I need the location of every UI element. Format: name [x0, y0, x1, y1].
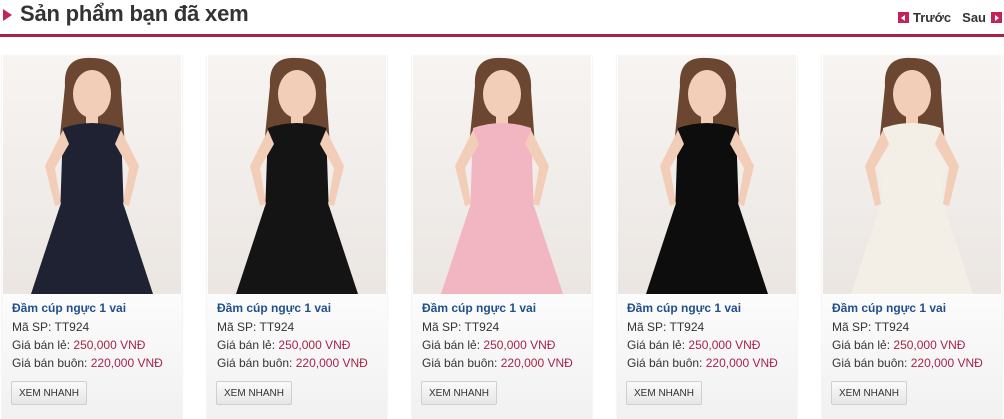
title-arrow-icon [3, 9, 12, 21]
quick-view-button[interactable]: XEM NHANH [626, 381, 703, 405]
product-name[interactable]: Đầm cúp ngực 1 vai [422, 301, 536, 315]
quick-view-button[interactable]: XEM NHANH [11, 381, 88, 405]
chevron-left-icon [897, 12, 909, 23]
product-sku: Mã SP: TT924 [832, 320, 910, 334]
quick-view-button[interactable]: XEM NHANH [831, 381, 908, 405]
retail-price: Giá bán lẻ: 250,000 VNĐ [627, 338, 761, 352]
chevron-right-icon [991, 12, 1002, 23]
product-name[interactable]: Đầm cúp ngực 1 vai [12, 301, 126, 315]
next-label: Sau [962, 10, 986, 25]
product-card: Đầm cúp ngực 1 vai Mã SP: TT924 Giá bán … [822, 56, 1002, 419]
product-sku: Mã SP: TT924 [422, 320, 500, 334]
section-header: Sản phẩm bạn đã xem Trước Sau [0, 0, 1004, 37]
retail-price: Giá bán lẻ: 250,000 VNĐ [217, 338, 351, 352]
next-button[interactable]: Sau [962, 10, 1002, 25]
retail-price: Giá bán lẻ: 250,000 VNĐ [12, 338, 146, 352]
quick-view-button[interactable]: XEM NHANH [421, 381, 498, 405]
product-card: Đầm cúp ngực 1 vai Mã SP: TT924 Giá bán … [207, 56, 387, 419]
wholesale-price: Giá bán buôn: 220,000 VNĐ [217, 356, 368, 370]
product-card: Đầm cúp ngực 1 vai Mã SP: TT924 Giá bán … [617, 56, 797, 419]
product-sku: Mã SP: TT924 [627, 320, 705, 334]
product-image[interactable] [208, 56, 386, 294]
product-name[interactable]: Đầm cúp ngực 1 vai [627, 301, 741, 315]
product-card: Đầm cúp ngực 1 vai Mã SP: TT924 Giá bán … [412, 56, 592, 419]
product-name[interactable]: Đầm cúp ngực 1 vai [832, 301, 946, 315]
product-card: Đầm cúp ngực 1 vai Mã SP: TT924 Giá bán … [2, 56, 182, 419]
wholesale-price: Giá bán buôn: 220,000 VNĐ [12, 356, 163, 370]
product-name[interactable]: Đầm cúp ngực 1 vai [217, 301, 331, 315]
wholesale-price: Giá bán buôn: 220,000 VNĐ [627, 356, 778, 370]
wholesale-price: Giá bán buôn: 220,000 VNĐ [832, 356, 983, 370]
prev-button[interactable]: Trước [897, 10, 952, 25]
product-image[interactable] [823, 56, 1001, 294]
retail-price: Giá bán lẻ: 250,000 VNĐ [422, 338, 556, 352]
wholesale-price: Giá bán buôn: 220,000 VNĐ [422, 356, 573, 370]
section-title: Sản phẩm bạn đã xem [20, 1, 249, 26]
product-image[interactable] [3, 56, 181, 294]
product-sku: Mã SP: TT924 [217, 320, 295, 334]
product-image[interactable] [618, 56, 796, 294]
pager: Trước Sau [897, 10, 1002, 25]
product-image[interactable] [413, 56, 591, 294]
product-sku: Mã SP: TT924 [12, 320, 90, 334]
quick-view-button[interactable]: XEM NHANH [216, 381, 293, 405]
prev-label: Trước [912, 10, 952, 25]
product-list: Đầm cúp ngực 1 vai Mã SP: TT924 Giá bán … [0, 56, 1004, 419]
retail-price: Giá bán lẻ: 250,000 VNĐ [832, 338, 966, 352]
